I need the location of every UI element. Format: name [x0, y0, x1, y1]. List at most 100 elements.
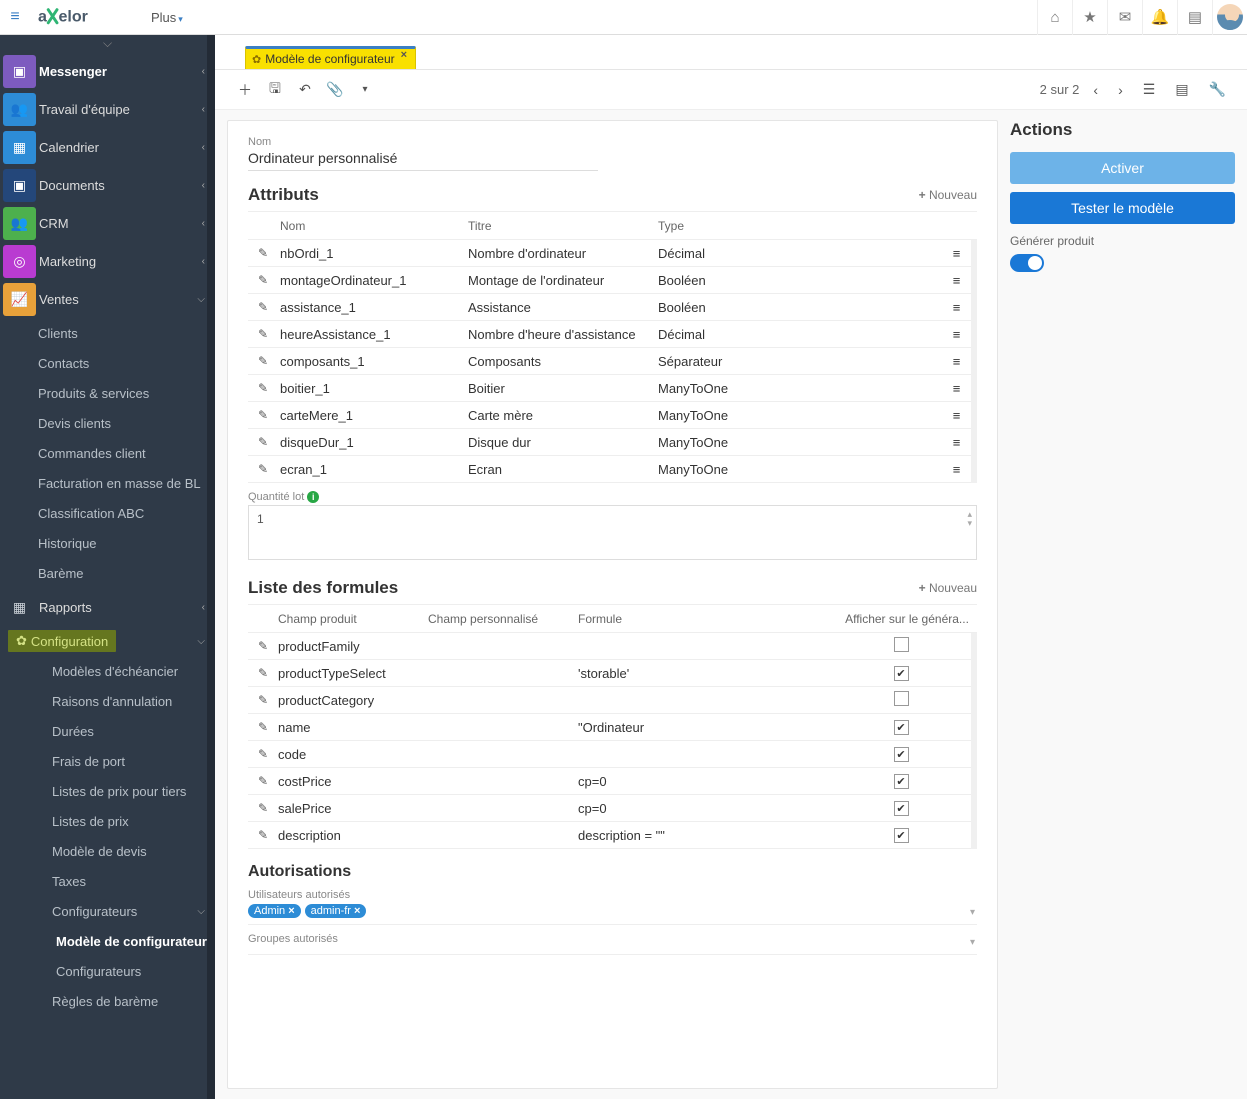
row-menu-icon[interactable]: ≡ — [941, 408, 971, 423]
list-view-icon[interactable]: ☰ — [1137, 81, 1162, 98]
sidebar-sub-mod-le-de-devis[interactable]: Modèle de devis — [0, 836, 215, 866]
edit-icon[interactable]: ✎ — [248, 435, 278, 449]
sidebar-sub-produits-services[interactable]: Produits & services — [0, 378, 215, 408]
undo-button[interactable]: ↶ — [290, 81, 320, 98]
sidebar-sub-bar-me[interactable]: Barème — [0, 558, 215, 588]
row-menu-icon[interactable]: ≡ — [941, 354, 971, 369]
row-menu-icon[interactable]: ≡ — [941, 462, 971, 477]
remove-tag-icon[interactable]: × — [288, 905, 294, 917]
sidebar-collapse-icon[interactable]: ⌵ — [0, 35, 215, 52]
add-button[interactable]: ＋ — [230, 80, 260, 100]
table-row[interactable]: ✎ productTypeSelect'storable' ✔ — [248, 660, 971, 687]
logo[interactable]: a elor — [30, 6, 141, 28]
checkbox[interactable]: ✔ — [894, 720, 909, 735]
sidebar-item-ventes[interactable]: 📈 Ventes ⌵ — [0, 280, 215, 318]
sidebar-item-rapports[interactable]: ▦ Rapports ‹ — [0, 588, 215, 626]
sidebar-item-configuration[interactable]: ✿ Configuration ⌵ — [0, 626, 215, 656]
close-icon[interactable]: × — [401, 49, 407, 61]
add-attribute-button[interactable]: Nouveau — [919, 188, 977, 202]
sidebar-sub-configurateurs[interactable]: Configurateurs ⌵ — [0, 896, 215, 926]
row-menu-icon[interactable]: ≡ — [941, 435, 971, 450]
sidebar-sub-classification-abc[interactable]: Classification ABC — [0, 498, 215, 528]
edit-icon[interactable]: ✎ — [248, 381, 278, 395]
home-icon[interactable]: ⌂ — [1037, 0, 1072, 35]
edit-icon[interactable]: ✎ — [248, 774, 278, 788]
edit-icon[interactable]: ✎ — [248, 666, 278, 680]
sidebar-sub-taxes[interactable]: Taxes — [0, 866, 215, 896]
sidebar-sub-listes-de-prix-pour-tiers[interactable]: Listes de prix pour tiers — [0, 776, 215, 806]
checkbox[interactable]: ✔ — [894, 747, 909, 762]
sidebar-sub2-mod-le-de-configurateur[interactable]: Modèle de configurateur — [0, 926, 215, 956]
edit-icon[interactable]: ✎ — [248, 300, 278, 314]
wrench-icon[interactable]: 🔧 — [1203, 81, 1232, 98]
sidebar-sub-mod-les-d-ch-ancier[interactable]: Modèles d'échéancier — [0, 656, 215, 686]
activate-button[interactable]: Activer — [1010, 152, 1235, 184]
form-view-icon[interactable]: ▤ — [1169, 81, 1194, 98]
sidebar-item-crm[interactable]: 👥 CRM ‹ — [0, 204, 215, 242]
table-row[interactable]: ✎ name"Ordinateur ✔ — [248, 714, 971, 741]
edit-icon[interactable]: ✎ — [248, 354, 278, 368]
sidebar-sub-raisons-d-annulation[interactable]: Raisons d'annulation — [0, 686, 215, 716]
prev-button[interactable]: ‹ — [1087, 82, 1104, 98]
add-formula-button[interactable]: Nouveau — [919, 581, 977, 595]
name-field[interactable]: Ordinateur personnalisé — [248, 150, 598, 171]
table-row[interactable]: ✎ boitier_1BoitierManyToOne ≡ — [248, 375, 971, 402]
sidebar-sub-frais-de-port[interactable]: Frais de port — [0, 746, 215, 776]
sidebar-sub-historique[interactable]: Historique — [0, 528, 215, 558]
sidebar-sub-clients[interactable]: Clients — [0, 318, 215, 348]
user-tag[interactable]: Admin × — [248, 904, 301, 918]
checkbox[interactable]: ✔ — [894, 801, 909, 816]
row-menu-icon[interactable]: ≡ — [941, 381, 971, 396]
edit-icon[interactable]: ✎ — [248, 273, 278, 287]
table-row[interactable]: ✎ heureAssistance_1Nombre d'heure d'assi… — [248, 321, 971, 348]
sidebar-sub2-configurateurs[interactable]: Configurateurs — [0, 956, 215, 986]
sidebar-sub-contacts[interactable]: Contacts — [0, 348, 215, 378]
table-row[interactable]: ✎ carteMere_1Carte mèreManyToOne ≡ — [248, 402, 971, 429]
user-tag[interactable]: admin-fr × — [305, 904, 367, 918]
checkbox[interactable]: ✔ — [894, 828, 909, 843]
sidebar-sub-commandes-client[interactable]: Commandes client — [0, 438, 215, 468]
edit-icon[interactable]: ✎ — [248, 246, 278, 260]
sidebar-item-marketing[interactable]: ◎ Marketing ‹ — [0, 242, 215, 280]
table-row[interactable]: ✎ nbOrdi_1Nombre d'ordinateurDécimal ≡ — [248, 240, 971, 267]
envelope-icon[interactable]: ✉ — [1107, 0, 1142, 35]
edit-icon[interactable]: ✎ — [248, 720, 278, 734]
test-model-button[interactable]: Tester le modèle — [1010, 192, 1235, 224]
edit-icon[interactable]: ✎ — [248, 327, 278, 341]
edit-icon[interactable]: ✎ — [248, 801, 278, 815]
table-row[interactable]: ✎ disqueDur_1Disque durManyToOne ≡ — [248, 429, 971, 456]
hamburger-icon[interactable]: ≡ — [0, 8, 30, 26]
table-row[interactable]: ✎ assistance_1AssistanceBooléen ≡ — [248, 294, 971, 321]
next-button[interactable]: › — [1112, 82, 1129, 98]
checkbox[interactable] — [894, 691, 909, 706]
table-row[interactable]: ✎ costPricecp=0 ✔ — [248, 768, 971, 795]
table-row[interactable]: ✎ montageOrdinateur_1Montage de l'ordina… — [248, 267, 971, 294]
sidebar-item-calendrier[interactable]: ▦ Calendrier ‹ — [0, 128, 215, 166]
table-row[interactable]: ✎ productFamily — [248, 633, 971, 660]
edit-icon[interactable]: ✎ — [248, 693, 278, 707]
qty-field[interactable]: 1 — [248, 505, 977, 560]
edit-icon[interactable]: ✎ — [248, 828, 278, 842]
save-button[interactable]: 🖫 — [260, 78, 290, 102]
table-row[interactable]: ✎ code ✔ — [248, 741, 971, 768]
edit-icon[interactable]: ✎ — [248, 747, 278, 761]
sidebar-sub-devis-clients[interactable]: Devis clients — [0, 408, 215, 438]
generate-product-toggle[interactable] — [1010, 254, 1044, 272]
avatar-icon[interactable] — [1212, 0, 1247, 35]
remove-tag-icon[interactable]: × — [354, 905, 360, 917]
sidebar-sub-listes-de-prix[interactable]: Listes de prix — [0, 806, 215, 836]
row-menu-icon[interactable]: ≡ — [941, 246, 971, 261]
star-icon[interactable]: ★ — [1072, 0, 1107, 35]
info-icon[interactable]: i — [307, 491, 319, 503]
sidebar-item-documents[interactable]: ▣ Documents ‹ — [0, 166, 215, 204]
edit-icon[interactable]: ✎ — [248, 408, 278, 422]
bell-icon[interactable]: 🔔 — [1142, 0, 1177, 35]
table-row[interactable]: ✎ productCategory — [248, 687, 971, 714]
book-icon[interactable]: ▤ — [1177, 0, 1212, 35]
table-row[interactable]: ✎ ecran_1EcranManyToOne ≡ — [248, 456, 971, 483]
table-row[interactable]: ✎ composants_1ComposantsSéparateur ≡ — [248, 348, 971, 375]
sidebar-item-messenger[interactable]: ▣ Messenger ‹ — [0, 52, 215, 90]
more-menu[interactable]: ▾ — [350, 84, 380, 95]
row-menu-icon[interactable]: ≡ — [941, 300, 971, 315]
auth-users-field[interactable]: Admin × admin-fr × — [248, 904, 977, 925]
